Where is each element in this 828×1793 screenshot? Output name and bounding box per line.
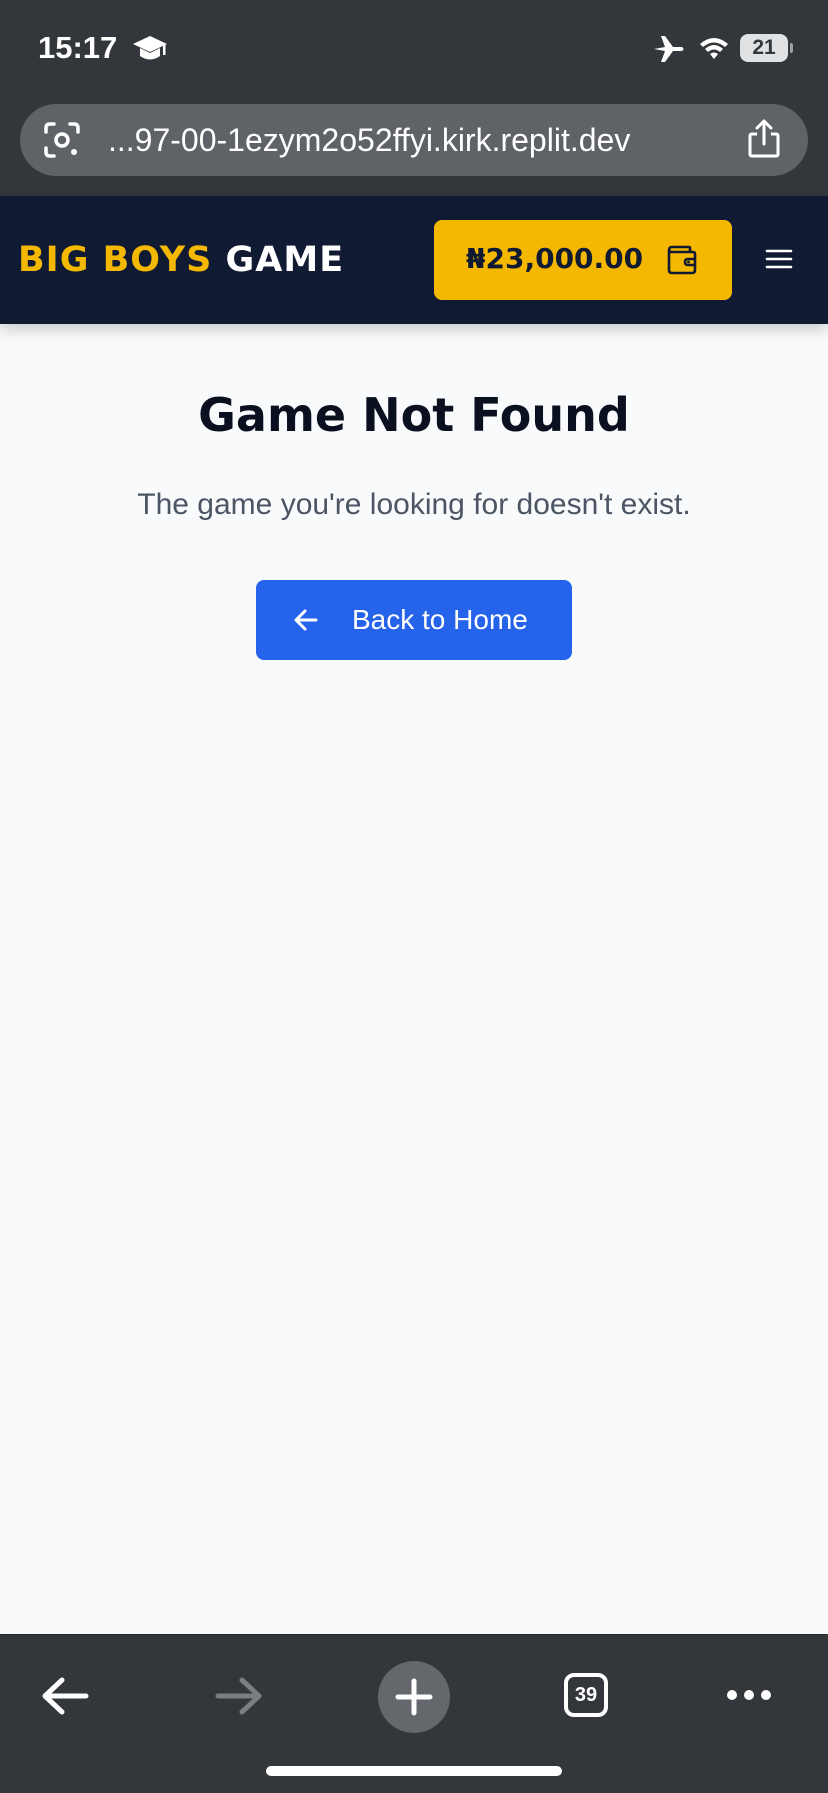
new-tab-button[interactable] <box>378 1661 450 1733</box>
site-header: BIG BOYS GAME ₦23,000.00 <box>0 196 828 324</box>
not-found-message: The game you're looking for doesn't exis… <box>137 488 691 521</box>
tab-switcher-button[interactable]: 39 <box>564 1673 608 1717</box>
tab-count: 39 <box>574 1683 598 1706</box>
address-bar[interactable]: ...97-00-1ezym2o52ffyi.kirk.replit.dev <box>20 104 808 176</box>
wallet-balance-button[interactable]: ₦23,000.00 <box>434 220 732 300</box>
plus-icon <box>395 1678 433 1716</box>
wifi-icon <box>700 38 728 59</box>
lens-icon[interactable] <box>42 120 82 160</box>
arrow-left-icon <box>294 609 318 631</box>
back-icon[interactable] <box>40 1675 90 1717</box>
browser-top-bar: 15:17 21 ...97-00-1ezym2o52ffyi.kirk.rep… <box>0 0 828 196</box>
wallet-icon <box>667 245 697 275</box>
battery-icon <box>790 43 793 53</box>
home-indicator <box>266 1766 562 1776</box>
back-to-home-button[interactable]: Back to Home <box>256 580 572 660</box>
graduation-cap-icon <box>133 36 167 60</box>
share-icon[interactable] <box>744 118 784 160</box>
site-logo[interactable]: BIG BOYS GAME <box>18 240 344 280</box>
more-icon[interactable] <box>724 1683 774 1707</box>
forward-icon <box>215 1677 262 1715</box>
battery-level: 21 <box>752 36 776 59</box>
wallet-amount: ₦23,000.00 <box>466 242 644 275</box>
back-to-home-label: Back to Home <box>352 604 528 635</box>
logo-accent-text: BIG BOYS <box>18 240 213 280</box>
battery-indicator: 21 <box>740 34 788 62</box>
url-text[interactable]: ...97-00-1ezym2o52ffyi.kirk.replit.dev <box>108 120 748 160</box>
status-time: 15:17 <box>38 30 118 65</box>
airplane-icon <box>654 36 684 62</box>
logo-main-text: GAME <box>225 240 345 280</box>
hamburger-menu-icon[interactable] <box>764 244 794 274</box>
page-title: Game Not Found <box>198 388 630 442</box>
